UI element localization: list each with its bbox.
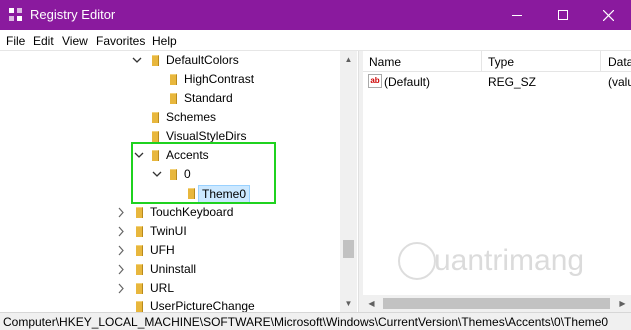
folder-icon [136, 264, 143, 275]
scrollbar-thumb[interactable] [383, 298, 610, 309]
chevron-right-icon[interactable] [116, 279, 126, 298]
folder-icon [170, 93, 177, 104]
close-icon [602, 9, 614, 21]
menu-file[interactable]: File [6, 34, 25, 48]
scroll-right-icon[interactable]: ▶ [614, 295, 631, 312]
chevron-right-icon[interactable] [116, 241, 126, 260]
column-divider[interactable] [481, 51, 482, 72]
value-type: REG_SZ [488, 75, 537, 89]
accents-highlight-box [131, 142, 276, 204]
tree-node-schemes[interactable]: Schemes [0, 108, 340, 127]
tree-node-standard[interactable]: Standard [0, 89, 340, 108]
list-horizontal-scrollbar[interactable]: ◀ ▶ [363, 295, 631, 312]
maximize-icon [558, 10, 568, 20]
close-button[interactable] [585, 0, 631, 30]
folder-icon [152, 112, 159, 123]
tree-node-defaultcolors[interactable]: DefaultColors [0, 51, 340, 70]
window-title: Registry Editor [30, 7, 116, 22]
scrollbar-thumb[interactable] [343, 240, 354, 258]
minimize-button[interactable] [494, 0, 540, 30]
column-divider[interactable] [600, 51, 601, 72]
watermark-text: uantrimang [434, 244, 585, 277]
tree-vertical-scrollbar[interactable]: ▲ ▼ [340, 51, 357, 312]
tree-node-label: Uninstall [150, 262, 197, 276]
tree-node-userpicturechange[interactable]: UserPictureChange [0, 297, 340, 312]
tree-node-twinui[interactable]: TwinUI [0, 222, 340, 241]
tree-node-label: TwinUI [150, 224, 187, 238]
scroll-up-icon[interactable]: ▲ [340, 51, 357, 68]
chevron-down-icon[interactable] [132, 51, 142, 70]
value-name: (Default) [384, 75, 431, 89]
tree-node-highcontrast[interactable]: HighContrast [0, 70, 340, 89]
menu-edit[interactable]: Edit [33, 34, 54, 48]
watermark-circle-icon [398, 242, 436, 280]
folder-icon [170, 74, 177, 85]
value-data: (valu [608, 75, 631, 89]
scroll-down-icon[interactable]: ▼ [340, 295, 357, 312]
tree-node-label: Schemes [166, 110, 217, 124]
status-path: Computer\HKEY_LOCAL_MACHINE\SOFTWARE\Mic… [3, 315, 609, 329]
menu-view[interactable]: View [62, 34, 88, 48]
column-header-name[interactable]: Name [369, 55, 401, 69]
tree-node-label: URL [150, 281, 175, 295]
tree-node-ufh[interactable]: UFH [0, 241, 340, 260]
string-value-icon: ab [368, 74, 382, 88]
column-header-type[interactable]: Type [488, 55, 514, 69]
tree-node-label: DefaultColors [166, 53, 239, 67]
list-row[interactable]: ab (Default) REG_SZ (valu [363, 72, 631, 91]
tree-node-uninstall[interactable]: Uninstall [0, 260, 340, 279]
tree-node-touchkeyboard[interactable]: TouchKeyboard [0, 203, 340, 222]
status-bar: Computer\HKEY_LOCAL_MACHINE\SOFTWARE\Mic… [0, 312, 631, 330]
tree-node-label: UFH [150, 243, 175, 257]
menu-bar: File Edit View Favorites Help [0, 30, 631, 51]
folder-icon [136, 283, 143, 294]
list-header: Name Type Data [363, 51, 631, 72]
tree-node-label: TouchKeyboard [150, 205, 234, 219]
tree-node-label: UserPictureChange [150, 299, 255, 312]
maximize-button[interactable] [540, 0, 586, 30]
chevron-right-icon[interactable] [116, 260, 126, 279]
folder-icon [136, 301, 143, 312]
tree-node-label: Standard [184, 91, 233, 105]
minimize-icon [512, 14, 522, 16]
folder-icon [136, 226, 143, 237]
menu-favorites[interactable]: Favorites [96, 34, 145, 48]
tree-node-url[interactable]: URL [0, 279, 340, 298]
chevron-right-icon[interactable] [116, 203, 126, 222]
column-header-data[interactable]: Data [608, 55, 631, 69]
watermark-logo: uantrimang [398, 240, 618, 290]
folder-icon [136, 207, 143, 218]
chevron-right-icon[interactable] [116, 222, 126, 241]
tree-node-label: HighContrast [184, 72, 255, 86]
folder-icon [136, 245, 143, 256]
folder-icon [152, 131, 159, 142]
scroll-left-icon[interactable]: ◀ [363, 295, 380, 312]
registry-editor-icon [9, 8, 23, 22]
folder-icon [152, 55, 159, 66]
title-bar: Registry Editor [0, 0, 631, 30]
menu-help[interactable]: Help [152, 34, 177, 48]
